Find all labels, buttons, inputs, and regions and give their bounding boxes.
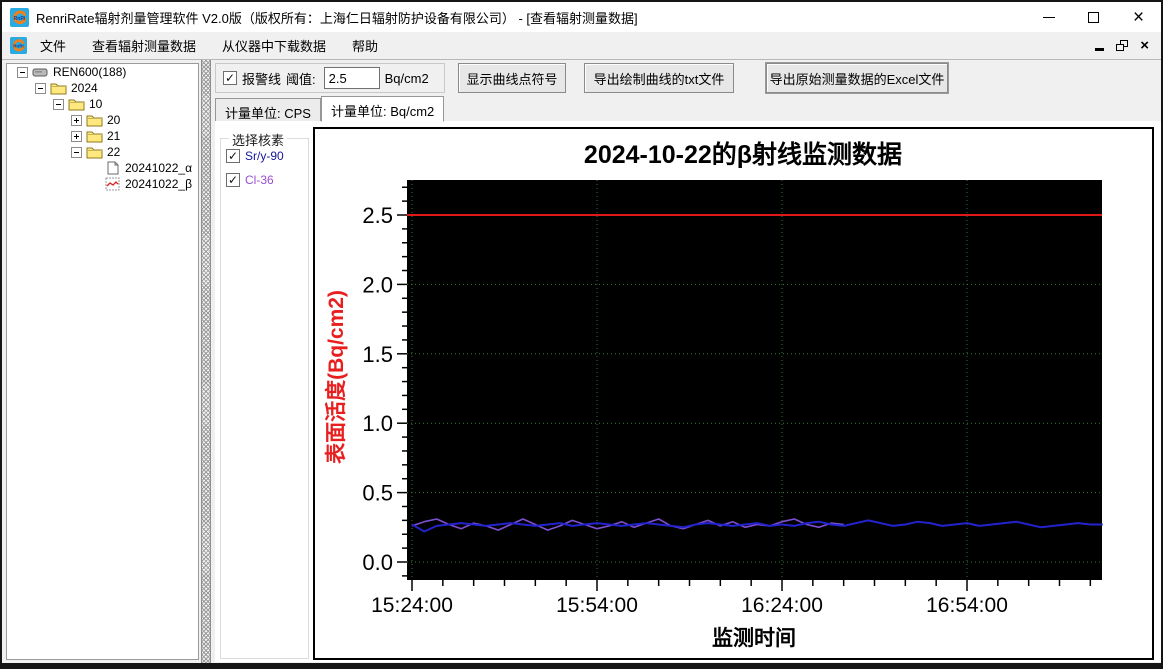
y-tick-label: 2.5 — [362, 203, 393, 228]
tree-expand-collapse-icon[interactable] — [53, 98, 64, 110]
tree-item-21[interactable]: 21 — [7, 128, 198, 144]
tree-folder-icon — [86, 131, 103, 143]
tree-item-2024[interactable]: 2024 — [7, 80, 198, 96]
y-tick-label: 1.0 — [362, 411, 393, 436]
y-axis-title: 表面活度(Bq/cm2) — [324, 290, 348, 464]
title-bar: RnRi RenriRate辐射剂量管理软件 V2.0版（版权所有：上海仁日辐射… — [2, 2, 1161, 32]
nuclide-label: Sr/y-90 — [245, 149, 284, 163]
x-tick-label: 15:54:00 — [556, 594, 638, 617]
menu-item-view-data[interactable]: 查看辐射测量数据 — [79, 32, 209, 59]
nuclide-group-title: 选择核素 — [229, 130, 288, 149]
nuclide-checkbox-Sr/y-90[interactable]: ✓ — [226, 149, 240, 163]
tree-item-label: 2024 — [71, 81, 98, 95]
mdi-child-logo-icon: RnRi — [10, 37, 27, 54]
nuclide-select-group: 选择核素 ✓ Sr/y-90 ✓ Cl-36 — [220, 130, 309, 659]
menu-item-file[interactable]: 文件 — [27, 32, 79, 59]
maximize-icon — [1088, 11, 1099, 23]
tree-folder-icon — [50, 83, 67, 95]
tree-item-label: REN600(188) — [53, 65, 127, 79]
app-window: RnRi RenriRate辐射剂量管理软件 V2.0版（版权所有：上海仁日辐射… — [0, 0, 1163, 669]
tree-item-REN600(188)[interactable]: REN600(188) — [7, 64, 198, 80]
tab-unit-cps[interactable]: 计量单位: CPS — [215, 98, 321, 122]
tree-item-10[interactable]: 10 — [7, 96, 198, 112]
nuclide-checkbox-Cl-36[interactable]: ✓ — [226, 173, 240, 187]
app-logo-icon: RnRi — [10, 7, 29, 27]
tab-unit-bqcm2[interactable]: 计量单位: Bq/cm2 — [320, 96, 445, 122]
svg-text:RnRi: RnRi — [13, 44, 23, 49]
tree-doc-icon — [107, 161, 119, 175]
menu-bar: RnRi 文件 查看辐射测量数据 从仪器中下载数据 帮助 × — [2, 32, 1161, 60]
y-tick-label: 2.0 — [362, 272, 393, 297]
x-tick-label: 16:54:00 — [926, 594, 1008, 617]
tree-item-20241022_α[interactable]: 20241022_α — [7, 160, 198, 176]
alarm-line-group: ✓ 报警线 阈值: Bq/cm2 — [215, 63, 445, 93]
tree-item-20241022_β[interactable]: 20241022_β — [7, 176, 198, 192]
tree-item-label: 22 — [107, 145, 121, 159]
nuclide-label: Cl-36 — [245, 173, 274, 187]
tree-expand-expand-icon[interactable] — [71, 130, 82, 142]
tree-item-22[interactable]: 22 — [7, 144, 198, 160]
minimize-button[interactable] — [1026, 2, 1071, 32]
mdi-close-button[interactable]: × — [1140, 38, 1149, 53]
show-curve-points-button[interactable]: 显示曲线点符号 — [458, 63, 566, 93]
tree-item-label: 20241022_β — [125, 177, 192, 191]
y-tick-label: 0.5 — [362, 481, 393, 506]
tree-expand-collapse-icon[interactable] — [35, 82, 46, 94]
chart-title: 2024-10-22的β射线监测数据 — [584, 140, 902, 169]
tree-folder-icon — [68, 99, 85, 111]
tree-folder-icon — [86, 147, 103, 159]
plot-area — [407, 180, 1102, 580]
alarm-line-label: 报警线 — [242, 71, 282, 87]
tree-chart-icon — [105, 177, 120, 191]
threshold-unit-label: Bq/cm2 — [384, 70, 429, 86]
unit-tabstrip: 计量单位: CPS 计量单位: Bq/cm2 — [215, 96, 1161, 122]
mdi-minimize-button[interactable] — [1095, 48, 1105, 51]
minimize-icon — [1042, 16, 1055, 18]
tree-item-label: 10 — [89, 97, 103, 111]
y-tick-label: 0.0 — [362, 550, 393, 575]
x-tick-label: 16:24:00 — [741, 594, 823, 617]
tree-folder-icon — [86, 115, 103, 127]
alarm-line-checkbox[interactable]: ✓ — [223, 71, 237, 85]
close-icon: × — [1132, 6, 1145, 28]
mdi-restore-button[interactable] — [1116, 40, 1129, 51]
tree-item-20[interactable]: 20 — [7, 112, 198, 128]
panel-splitter[interactable] — [201, 60, 211, 663]
nuclide-item-Cl-36: ✓ Cl-36 — [226, 173, 308, 187]
tree-expand-collapse-icon[interactable] — [17, 66, 28, 78]
y-tick-label: 1.5 — [362, 342, 393, 367]
measurement-tree: REN600(188) 2024 10 20 21 22 20241022_α 2024102… — [6, 63, 199, 660]
tree-item-label: 20241022_α — [125, 161, 193, 175]
threshold-label: 阈值: — [286, 71, 316, 87]
nuclide-item-Sr/y-90: ✓ Sr/y-90 — [226, 149, 308, 163]
maximize-button[interactable] — [1071, 2, 1116, 32]
tree-item-label: 20 — [107, 113, 121, 127]
menu-item-download[interactable]: 从仪器中下载数据 — [209, 32, 339, 59]
menu-item-help[interactable]: 帮助 — [339, 32, 391, 59]
export-excel-button[interactable]: 导出原始测量数据的Excel文件 — [766, 63, 948, 93]
tree-device-icon — [32, 68, 48, 77]
close-button[interactable]: × — [1116, 2, 1161, 32]
window-title: RenriRate辐射剂量管理软件 V2.0版（版权所有：上海仁日辐射防护设备有… — [36, 10, 638, 26]
tree-item-label: 21 — [107, 129, 121, 143]
threshold-input[interactable] — [323, 67, 380, 89]
svg-text:RnRi: RnRi — [14, 16, 26, 22]
tree-expand-expand-icon[interactable] — [71, 114, 82, 126]
export-txt-button[interactable]: 导出绘制曲线的txt文件 — [584, 63, 734, 93]
x-axis-title: 监测时间 — [712, 626, 796, 650]
beta-monitor-chart: 2024-10-22的β射线监测数据 0.0 0.5 1.0 1.5 2.0 2.5 15:2… — [313, 127, 1154, 660]
tree-expand-collapse-icon[interactable] — [71, 146, 82, 158]
x-tick-label: 15:24:00 — [371, 594, 453, 617]
